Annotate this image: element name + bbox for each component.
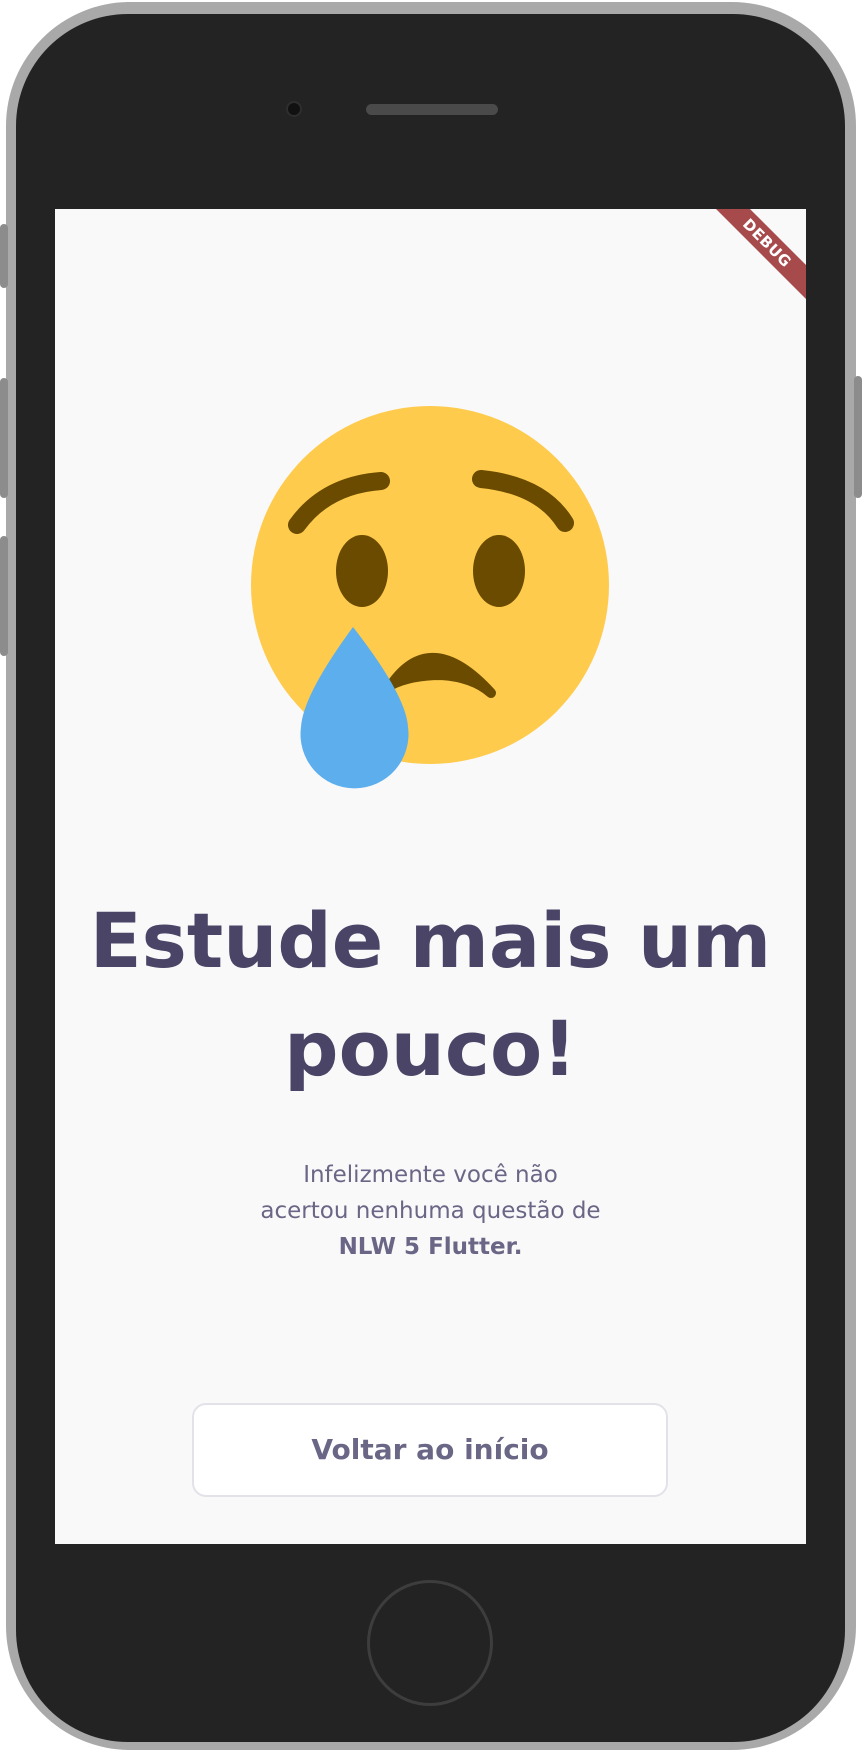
result-message-line2: acertou nenhuma questão de bbox=[260, 1198, 601, 1224]
debug-banner: DEBUG bbox=[705, 209, 806, 305]
earpiece-speaker bbox=[366, 104, 498, 115]
volume-up-button bbox=[0, 378, 8, 498]
result-title-line2: pouco! bbox=[284, 1004, 577, 1093]
result-title: Estude mais um pouco! bbox=[75, 887, 786, 1103]
home-button[interactable] bbox=[367, 1580, 493, 1706]
device-mockup: DEBUG Estude mais um pouco! Infelizmente… bbox=[0, 0, 862, 1754]
app-screen: DEBUG Estude mais um pouco! Infelizmente… bbox=[55, 209, 806, 1544]
crying-face-graphic bbox=[251, 406, 609, 789]
result-message-line1: Infelizmente você não bbox=[303, 1162, 558, 1188]
front-camera bbox=[286, 101, 302, 117]
mute-switch bbox=[0, 224, 8, 288]
back-to-home-button[interactable]: Voltar ao início bbox=[192, 1403, 668, 1497]
right-eye bbox=[473, 535, 525, 607]
volume-down-button bbox=[0, 536, 8, 656]
crying-face-icon bbox=[251, 405, 611, 805]
left-eye bbox=[336, 535, 388, 607]
quiz-name: NLW 5 Flutter. bbox=[338, 1234, 523, 1260]
result-title-line1: Estude mais um bbox=[89, 896, 772, 985]
power-button bbox=[854, 376, 862, 498]
result-message: Infelizmente você não acertou nenhuma qu… bbox=[215, 1157, 646, 1265]
